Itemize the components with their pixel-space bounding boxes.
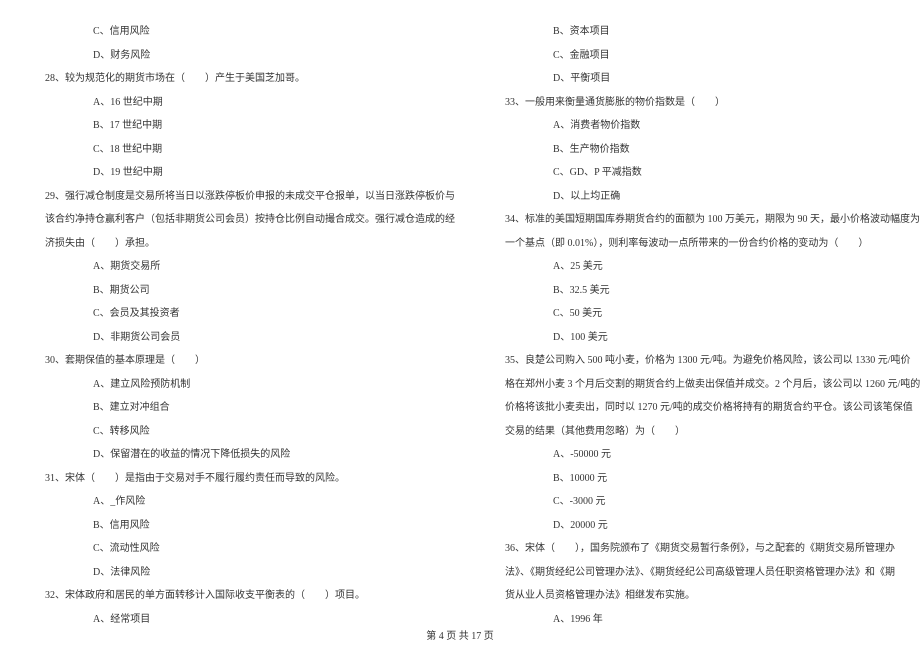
q32-stem: 32、宋体政府和居民的单方面转移计入国际收支平衡表的（ ）项目。 — [45, 584, 455, 608]
q34-option-a: A、25 美元 — [505, 255, 920, 279]
q28-stem: 28、较为规范化的期货市场在（ ）产生于美国芝加哥。 — [45, 67, 455, 91]
q28-option-c: C、18 世纪中期 — [45, 138, 455, 162]
q29-option-a: A、期货交易所 — [45, 255, 455, 279]
q36-stem-line3: 货从业人员资格管理办法》相继发布实施。 — [505, 584, 920, 608]
q33-option-b: B、生产物价指数 — [505, 138, 920, 162]
left-column: C、信用风险 D、财务风险 28、较为规范化的期货市场在（ ）产生于美国芝加哥。… — [30, 20, 480, 590]
q29-option-c: C、会员及其投资者 — [45, 302, 455, 326]
q30-option-d: D、保留潜在的收益的情况下降低损失的风险 — [45, 443, 455, 467]
q29-stem-line3: 济损失由（ ）承担。 — [45, 232, 455, 256]
q34-stem-line2: 一个基点（即 0.01%），则利率每波动一点所带来的一份合约价格的变动为（ ） — [505, 232, 920, 256]
q35-option-d: D、20000 元 — [505, 514, 920, 538]
q36-stem-line2: 法》、《期货经纪公司管理办法》、《期货经纪公司高级管理人员任职资格管理办法》和《… — [505, 561, 920, 585]
q29-option-b: B、期货公司 — [45, 279, 455, 303]
q35-stem-line4: 交易的结果（其他费用忽略）为（ ） — [505, 420, 920, 444]
page-body: C、信用风险 D、财务风险 28、较为规范化的期货市场在（ ）产生于美国芝加哥。… — [0, 0, 920, 620]
q30-stem: 30、套期保值的基本原理是（ ） — [45, 349, 455, 373]
q31-option-b: B、信用风险 — [45, 514, 455, 538]
q35-option-a: A、-50000 元 — [505, 443, 920, 467]
page-footer: 第 4 页 共 17 页 — [0, 627, 920, 642]
q31-option-c: C、流动性风险 — [45, 537, 455, 561]
q35-option-c: C、-3000 元 — [505, 490, 920, 514]
q34-stem-line1: 34、标准的美国短期国库券期货合约的面额为 100 万美元，期限为 90 天，最… — [505, 208, 920, 232]
q27-option-d: D、财务风险 — [45, 44, 455, 68]
q36-stem-line1: 36、宋体（ ），国务院颁布了《期货交易暂行条例》，与之配套的《期货交易所管理办 — [505, 537, 920, 561]
q31-option-a: A、_作风险 — [45, 490, 455, 514]
q33-option-d: D、以上均正确 — [505, 185, 920, 209]
q29-stem-line2: 该合约净持仓赢利客户（包括非期货公司会员）按持仓比例自动撮合成交。强行减仓造成的… — [45, 208, 455, 232]
q30-option-b: B、建立对冲组合 — [45, 396, 455, 420]
q35-stem-line1: 35、良楚公司购入 500 吨小麦，价格为 1300 元/吨。为避免价格风险，该… — [505, 349, 920, 373]
q35-stem-line2: 格在郑州小麦 3 个月后交割的期货合约上做卖出保值并成交。2 个月后，该公司以 … — [505, 373, 920, 397]
q30-option-c: C、转移风险 — [45, 420, 455, 444]
q33-stem: 33、一般用来衡量通货膨胀的物价指数是（ ） — [505, 91, 920, 115]
q29-option-d: D、非期货公司会员 — [45, 326, 455, 350]
q30-option-a: A、建立风险预防机制 — [45, 373, 455, 397]
q28-option-a: A、16 世纪中期 — [45, 91, 455, 115]
q33-option-a: A、消费者物价指数 — [505, 114, 920, 138]
right-column: B、资本项目 C、金融项目 D、平衡项目 33、一般用来衡量通货膨胀的物价指数是… — [480, 20, 920, 590]
q35-option-b: B、10000 元 — [505, 467, 920, 491]
q28-option-d: D、19 世纪中期 — [45, 161, 455, 185]
q35-stem-line3: 价格将该批小麦卖出，同时以 1270 元/吨的成交价格将持有的期货合约平仓。该公… — [505, 396, 920, 420]
q31-option-d: D、法律风险 — [45, 561, 455, 585]
q32-option-c: C、金融项目 — [505, 44, 920, 68]
q34-option-b: B、32.5 美元 — [505, 279, 920, 303]
q29-stem-line1: 29、强行减仓制度是交易所将当日以涨跌停板价申报的未成交平仓报单，以当日涨跌停板… — [45, 185, 455, 209]
q32-option-b: B、资本项目 — [505, 20, 920, 44]
q31-stem: 31、宋体（ ）是指由于交易对手不履行履约责任而导致的风险。 — [45, 467, 455, 491]
q34-option-c: C、50 美元 — [505, 302, 920, 326]
q34-option-d: D、100 美元 — [505, 326, 920, 350]
q33-option-c: C、GD、P 平减指数 — [505, 161, 920, 185]
q32-option-d: D、平衡项目 — [505, 67, 920, 91]
q28-option-b: B、17 世纪中期 — [45, 114, 455, 138]
q27-option-c: C、信用风险 — [45, 20, 455, 44]
